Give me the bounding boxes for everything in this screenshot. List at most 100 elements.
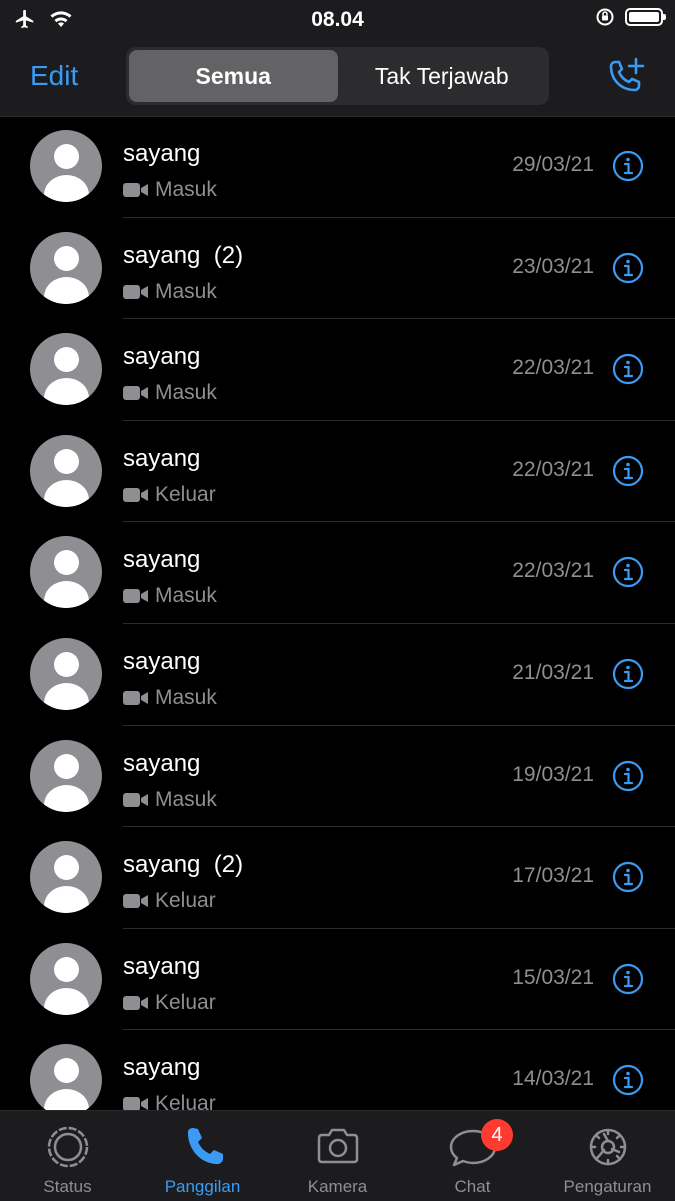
info-icon[interactable] [612,963,644,995]
call-detail: Masuk [123,280,217,304]
tab-status[interactable]: Status [0,1111,135,1201]
info-icon[interactable] [612,455,644,487]
avatar [30,536,102,609]
tab-status-label: Status [43,1177,92,1196]
call-direction: Keluar [155,1092,216,1110]
call-date: 15/03/21 [512,965,594,989]
video-call-icon [123,386,148,401]
caller-name: sayang [123,444,201,472]
caller-name: sayang [123,647,201,675]
info-icon[interactable] [612,658,644,690]
chat-unread-badge: 4 [481,1119,513,1151]
video-call-icon [123,894,148,909]
call-detail: Masuk [123,686,217,710]
nav-bar: Edit Semua Tak Terjawab [0,38,675,117]
avatar [30,130,102,202]
tab-tak-terjawab[interactable]: Tak Terjawab [338,50,547,102]
avatar [30,637,102,710]
tab-panggilan[interactable]: Panggilan [135,1111,270,1201]
avatar [30,434,102,507]
call-row[interactable]: sayang (2) Keluar 17/03/21 [0,827,675,929]
info-icon[interactable] [612,760,644,792]
avatar [30,333,102,406]
call-date: 21/03/21 [512,660,594,684]
tab-kamera[interactable]: Kamera [270,1111,405,1201]
avatar [30,231,102,304]
caller-name: sayang [123,140,201,167]
video-call-icon [123,284,148,299]
caller-name: sayang [123,343,201,371]
new-call-icon[interactable] [603,56,647,100]
call-date: 22/03/21 [512,559,594,583]
tab-pengaturan-label: Pengaturan [563,1177,652,1196]
status-right [595,7,666,27]
call-direction: Masuk [155,584,217,608]
caller-name: sayang (2) [123,851,244,879]
call-date: 14/03/21 [512,1067,594,1091]
call-row[interactable]: sayang Keluar 22/03/21 [0,421,675,523]
info-icon[interactable] [612,252,644,284]
call-detail: Masuk [123,788,217,812]
call-detail: Keluar [123,991,216,1015]
call-date: 22/03/21 [512,356,594,380]
caller-name: sayang [123,952,201,980]
caller-name: sayang [123,1054,201,1082]
calls-list: sayang Masuk 29/03/21 sayang (2) Masuk 2… [0,116,675,1110]
call-date: 17/03/21 [512,864,594,888]
call-row[interactable]: sayang Keluar 15/03/21 [0,929,675,1031]
call-date: 22/03/21 [512,457,594,481]
info-icon[interactable] [612,150,644,182]
call-row[interactable]: sayang Masuk 22/03/21 [0,522,675,624]
caller-name: sayang [123,749,201,777]
call-direction: Masuk [155,381,217,405]
video-call-icon [123,792,148,807]
call-detail: Masuk [123,381,217,405]
info-icon[interactable] [612,353,644,385]
video-call-icon [123,487,148,502]
status-time: 08.04 [311,8,364,31]
call-direction: Keluar [155,482,216,506]
avatar [30,1044,102,1110]
tab-chat[interactable]: 4 Chat [405,1111,540,1201]
phone-icon [187,1128,223,1165]
call-detail: Keluar [123,483,216,507]
call-detail: Masuk [123,584,217,608]
caller-name: sayang (2) [123,241,244,269]
avatar [30,942,102,1015]
camera-icon [317,1128,358,1164]
info-icon[interactable] [612,1064,644,1096]
call-row[interactable]: sayang Masuk 29/03/21 [0,116,675,218]
call-detail: Keluar [123,889,216,913]
tab-chat-label: Chat [454,1177,491,1196]
video-call-icon [123,1097,148,1110]
call-row[interactable]: sayang Keluar 14/03/21 [0,1030,675,1110]
call-direction: Masuk [155,787,217,811]
avatar [30,739,102,812]
call-row[interactable]: sayang (2) Masuk 23/03/21 [0,218,675,320]
call-direction: Masuk [155,178,217,201]
call-row[interactable]: sayang Masuk 19/03/21 [0,726,675,828]
tab-pengaturan[interactable]: Pengaturan [540,1111,675,1201]
status-icon [47,1126,88,1168]
avatar [30,841,102,914]
video-call-icon [123,183,148,197]
call-date: 23/03/21 [512,254,594,278]
info-icon[interactable] [612,861,644,893]
call-date: 19/03/21 [512,762,594,786]
video-call-icon [123,690,148,705]
tab-bar: Status Panggilan Kamera 4 Chat Pengatura… [0,1110,675,1201]
call-direction: Masuk [155,685,217,709]
video-call-icon [123,589,148,604]
tab-semua[interactable]: Semua [129,50,338,102]
call-row[interactable]: sayang Masuk 21/03/21 [0,624,675,726]
call-detail: Masuk [123,178,217,202]
call-direction: Keluar [155,889,216,913]
call-row[interactable]: sayang Masuk 22/03/21 [0,319,675,421]
battery-icon [625,8,666,26]
edit-button[interactable]: Edit [30,60,78,92]
tab-panggilan-label: Panggilan [164,1177,241,1196]
call-detail: Keluar [123,1092,216,1110]
info-icon[interactable] [612,556,644,588]
orientation-lock-icon [596,8,614,26]
call-direction: Masuk [155,279,217,303]
